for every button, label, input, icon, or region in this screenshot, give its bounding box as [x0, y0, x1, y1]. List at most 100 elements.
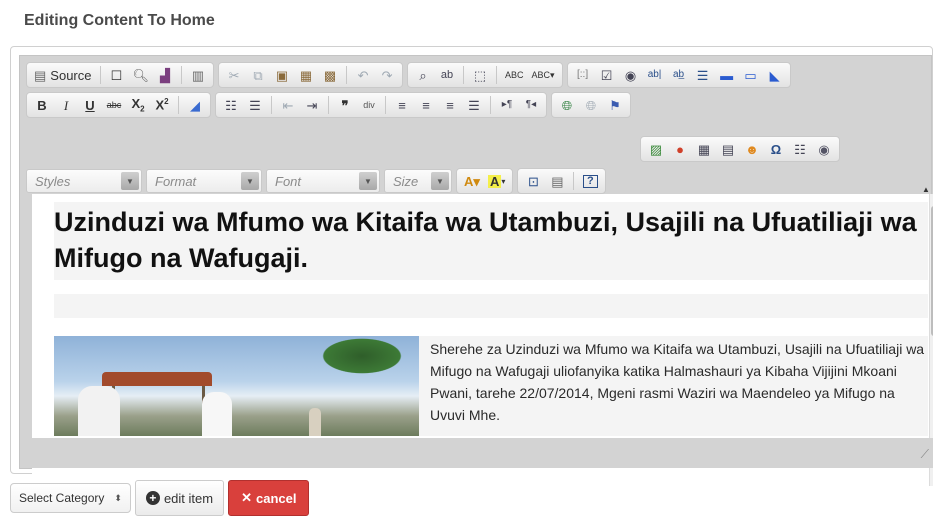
eraser-icon: ◢: [190, 97, 200, 113]
horizontal-rule-icon: ▤: [721, 141, 735, 157]
new-page-button[interactable]: ☐: [106, 64, 128, 86]
templates-button[interactable]: ▥: [187, 64, 209, 86]
image-button[interactable]: ▨: [645, 138, 667, 160]
undo-button[interactable]: ↶: [352, 64, 374, 86]
link-button[interactable]: 🌐︎: [556, 94, 578, 116]
text-color-button[interactable]: A▾: [461, 170, 483, 192]
radio-button[interactable]: ◉: [620, 64, 642, 86]
justify-icon: ☰: [468, 97, 480, 113]
bulleted-list-button[interactable]: ☰: [244, 94, 266, 116]
find-button[interactable]: ⌕: [412, 64, 434, 86]
paste-text-icon: ▦: [299, 67, 313, 83]
undo-icon: ↶: [357, 67, 369, 83]
show-blocks-icon: ▤: [551, 173, 564, 189]
edit-item-label: edit item: [163, 490, 214, 506]
strike-button[interactable]: abc: [103, 94, 125, 116]
smiley-button[interactable]: ☻: [741, 138, 763, 160]
italic-button[interactable]: I: [55, 94, 77, 116]
print-button[interactable]: ▟: [154, 64, 176, 86]
special-char-button[interactable]: Ω: [765, 138, 787, 160]
create-div-button[interactable]: div: [358, 94, 380, 116]
new-page-icon: ☐: [110, 67, 123, 83]
preview-button[interactable]: 🔍︎: [130, 64, 153, 86]
redo-button[interactable]: ↷: [376, 64, 398, 86]
align-center-button[interactable]: ≡: [415, 94, 437, 116]
subscript-button[interactable]: X2: [127, 94, 149, 116]
iframe-icon: ◉: [818, 141, 830, 157]
about-button[interactable]: ?: [579, 170, 601, 192]
rtl-button[interactable]: ¶◂: [520, 94, 542, 116]
edit-item-button[interactable]: + edit item: [134, 480, 225, 516]
toolbar-row-3: ▨ ● ▦ ▤ ☻ Ω ☷ ◉: [640, 136, 840, 162]
replace-button[interactable]: ab: [436, 64, 458, 86]
maximize-button[interactable]: ⊡: [522, 170, 544, 192]
italic-icon: I: [63, 97, 69, 113]
hidden-field-button[interactable]: ◣: [764, 64, 786, 86]
indent-button[interactable]: ⇥: [301, 94, 323, 116]
resize-handle-icon[interactable]: ⟋: [921, 447, 929, 462]
outdent-button[interactable]: ⇤: [277, 94, 299, 116]
textarea-button[interactable]: ab̲: [668, 64, 690, 86]
source-icon: ▤: [34, 67, 47, 83]
align-center-icon: ≡: [422, 97, 430, 113]
article-photo: [54, 336, 419, 436]
select-field-button[interactable]: ☰: [692, 64, 714, 86]
paste-button[interactable]: ▣: [271, 64, 293, 86]
find-icon: ⌕: [419, 67, 427, 83]
paste-word-button[interactable]: ▩: [319, 64, 341, 86]
flash-button[interactable]: ●: [669, 138, 691, 160]
table-button[interactable]: ▦: [693, 138, 715, 160]
toolbar-separator: [490, 96, 491, 114]
toolbar-row-2: B I U abc X2 X2 ◢ ☷ ☰ ⇤ ⇥ ❞ div ≡ ≡ ≡ ☰ …: [26, 92, 631, 118]
scroll-up-arrow[interactable]: ▲: [921, 184, 931, 196]
subscript-icon: X2: [131, 95, 145, 114]
cancel-label: cancel: [255, 490, 297, 506]
format-combo[interactable]: Format ▼: [146, 169, 262, 193]
page-break-button[interactable]: ☷: [789, 138, 811, 160]
image-button-icon: ▭: [744, 67, 757, 83]
bold-button[interactable]: B: [31, 94, 53, 116]
show-blocks-button[interactable]: ▤: [546, 170, 568, 192]
indent-icon: ⇥: [306, 97, 318, 113]
align-left-button[interactable]: ≡: [391, 94, 413, 116]
justify-button[interactable]: ☰: [463, 94, 485, 116]
underline-button[interactable]: U: [79, 94, 101, 116]
cut-button[interactable]: ✂: [223, 64, 245, 86]
spellcheck-button[interactable]: ABC: [502, 64, 527, 86]
text-direction-rtl-icon: ¶◂: [525, 99, 537, 110]
horizontal-rule-button[interactable]: ▤: [717, 138, 739, 160]
numbered-list-button[interactable]: ☷: [220, 94, 242, 116]
source-button[interactable]: ▤ Source: [31, 64, 95, 86]
size-combo[interactable]: Size ▼: [384, 169, 452, 193]
background-color-button[interactable]: A ▾: [485, 170, 508, 192]
remove-format-button[interactable]: ◢: [184, 94, 206, 116]
styles-combo[interactable]: Styles ▼: [26, 169, 142, 193]
iframe-button[interactable]: ◉: [813, 138, 835, 160]
cancel-button[interactable]: ✕ cancel: [228, 480, 310, 516]
unlink-button[interactable]: 🌐︎: [580, 94, 602, 116]
select-category-dropdown[interactable]: Select Category ⬍: [10, 483, 131, 513]
paste-text-button[interactable]: ▦: [295, 64, 317, 86]
toolbar-separator: [178, 96, 179, 114]
button-field-button[interactable]: ▬: [716, 64, 738, 86]
copy-button[interactable]: ⧉: [247, 64, 269, 86]
align-right-icon: ≡: [446, 97, 454, 113]
font-combo[interactable]: Font ▼: [266, 169, 380, 193]
select-all-button[interactable]: ⬚: [469, 64, 491, 86]
image-button-field-button[interactable]: ▭: [740, 64, 762, 86]
checkbox-button[interactable]: ☑: [596, 64, 618, 86]
toolbar-group-tools: ⊡ ▤ ?: [517, 168, 607, 194]
form-button[interactable]: [::]: [572, 64, 594, 86]
select-category-label: Select Category: [19, 491, 105, 505]
outdent-icon: ⇤: [282, 97, 294, 113]
toolbar-separator: [271, 96, 272, 114]
blockquote-button[interactable]: ❞: [334, 94, 356, 116]
anchor-button[interactable]: ⚑: [604, 94, 626, 116]
ltr-button[interactable]: ▸¶: [496, 94, 518, 116]
toolbar-row-1: ▤ Source ☐ 🔍︎ ▟ ▥ ✂ ⧉ ▣ ▦ ▩ ↶ ↷ ⌕ ab ⬚ A…: [26, 62, 791, 88]
underline-icon: U: [85, 97, 95, 113]
text-field-button[interactable]: ab|: [644, 64, 666, 86]
spellcheck-menu-button[interactable]: ABC▾: [529, 64, 558, 86]
align-right-button[interactable]: ≡: [439, 94, 461, 116]
superscript-button[interactable]: X2: [151, 94, 173, 116]
